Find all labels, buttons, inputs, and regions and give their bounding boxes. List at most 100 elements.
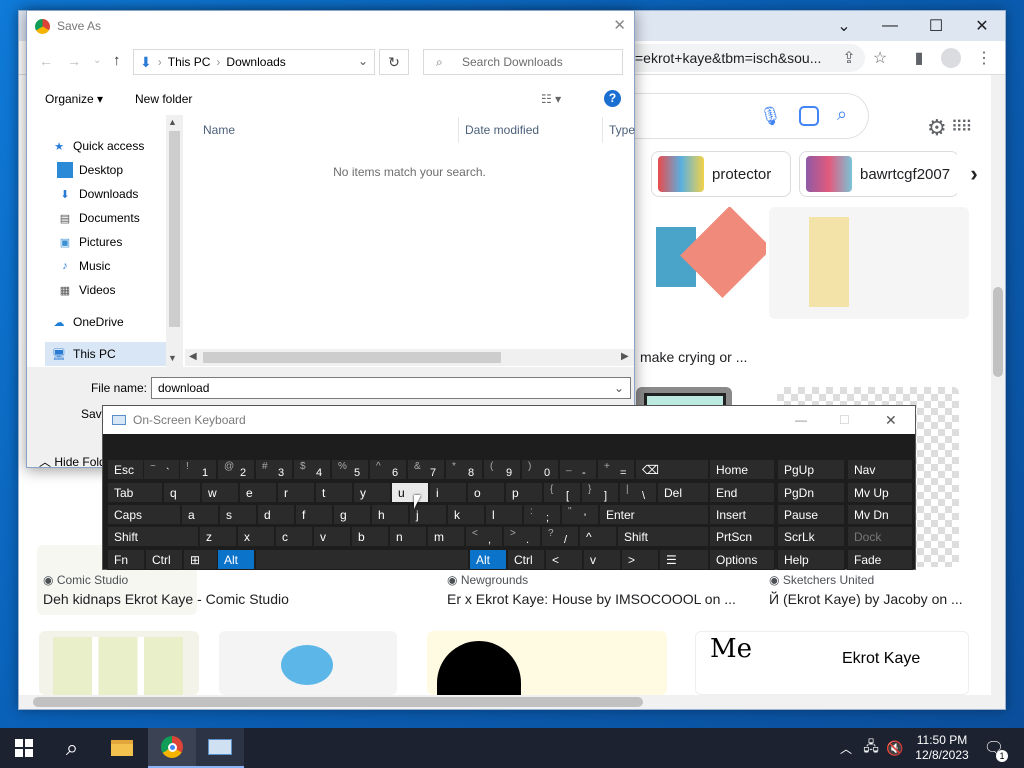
osk-key[interactable]: >. — [503, 526, 541, 547]
osk-key[interactable]: i — [429, 482, 467, 503]
osk-key[interactable]: Esc — [107, 459, 145, 480]
osk-nav-key[interactable]: Mv Up — [847, 482, 913, 503]
page-vertical-scrollbar[interactable] — [991, 75, 1005, 695]
notifications-icon[interactable]: 🗨 — [982, 728, 1006, 768]
breadcrumb-downloads[interactable]: Downloads — [226, 55, 285, 69]
close-button[interactable]: ✕ — [959, 11, 1005, 41]
osk-key[interactable]: ~ ` — [143, 459, 181, 480]
osk-nav-key[interactable]: ScrLk — [777, 526, 845, 547]
image-result[interactable] — [39, 631, 199, 695]
osk-key[interactable]: Alt — [469, 549, 507, 570]
network-icon[interactable]: 🖧 — [860, 728, 882, 768]
osk-key[interactable]: (9 — [483, 459, 521, 480]
apps-grid-icon[interactable]: ⠿⠿ — [951, 117, 972, 137]
scroll-down-icon[interactable]: ▼ — [168, 353, 177, 363]
osk-key[interactable]: > — [621, 549, 659, 570]
osk-key[interactable]: b — [351, 526, 389, 547]
dialog-close-icon[interactable]: ✕ — [613, 11, 626, 41]
file-list-scroll-thumb[interactable] — [203, 352, 501, 363]
osk-key[interactable]: ! 1 — [179, 459, 217, 480]
google-search-bar[interactable]: 🎙 ⌕ — [619, 93, 869, 139]
maximize-button[interactable]: ☐ — [913, 11, 959, 41]
image-result[interactable]: Me Ekrot Kaye — [695, 631, 969, 695]
chips-next-arrow-icon[interactable]: › — [957, 151, 991, 197]
minimize-button[interactable]: — — [867, 11, 913, 41]
share-icon[interactable]: ⇪ — [837, 46, 861, 70]
osk-key[interactable]: Shift — [107, 526, 199, 547]
nav-music[interactable]: ♪ Music — [57, 254, 179, 278]
osk-key[interactable]: ⊞ — [183, 549, 219, 570]
osk-key[interactable]: Ctrl — [145, 549, 183, 570]
osk-key[interactable]: u — [391, 482, 429, 503]
nav-this-pc[interactable]: 🖥 This PC — [45, 342, 167, 366]
osk-key[interactable]: & 7 — [407, 459, 445, 480]
up-arrow-icon[interactable]: ↑ — [113, 52, 121, 69]
osk-key[interactable]: o — [467, 482, 505, 503]
path-breadcrumb[interactable]: ⬇ › This PC › Downloads ⌄ — [133, 49, 375, 75]
osk-key[interactable]: * 8 — [445, 459, 483, 480]
osk-nav-key[interactable]: Fade — [847, 549, 913, 570]
nav-videos[interactable]: ▦ Videos — [57, 278, 179, 302]
new-folder-button[interactable]: New folder — [135, 85, 192, 113]
osk-key[interactable]: t — [315, 482, 353, 503]
osk-key[interactable]: $4 — [293, 459, 331, 480]
column-date-modified[interactable]: Date modified — [459, 117, 603, 143]
osk-key[interactable]: h — [371, 504, 409, 525]
osk-key[interactable]: Enter — [599, 504, 709, 525]
side-panel-icon[interactable]: ▮ — [907, 46, 931, 70]
osk-key[interactable]: Del — [657, 482, 709, 503]
osk-key[interactable]: q — [163, 482, 201, 503]
microphone-icon[interactable]: 🎙 — [759, 106, 782, 127]
column-name[interactable]: Name — [185, 117, 459, 143]
osk-nav-key[interactable]: Home — [709, 459, 775, 480]
osk-key[interactable]: y — [353, 482, 391, 503]
osk-key[interactable]: ) 0 — [521, 459, 559, 480]
osk-nav-key[interactable]: Options — [709, 549, 775, 570]
scroll-up-icon[interactable]: ▲ — [168, 117, 177, 127]
image-result[interactable] — [769, 207, 969, 319]
nav-pictures[interactable]: ▣Pictures📌 — [57, 230, 179, 254]
scroll-left-icon[interactable]: ◀ — [189, 351, 197, 362]
file-name-input[interactable]: download ⌄ — [151, 377, 631, 399]
result-caption[interactable]: make crying or ... — [640, 349, 840, 365]
osk-key[interactable]: v — [313, 526, 351, 547]
osk-key[interactable]: f — [295, 504, 333, 525]
nav-onedrive[interactable]: ☁ OneDrive — [51, 310, 179, 334]
lens-icon[interactable] — [799, 106, 819, 126]
osk-nav-key[interactable]: End — [709, 482, 775, 503]
osk-key[interactable]: Shift — [617, 526, 709, 547]
osk-key[interactable]: l — [485, 504, 523, 525]
view-options-icon[interactable]: ☷ ▾ — [541, 85, 561, 113]
osk-key[interactable]: r — [277, 482, 315, 503]
result-title[interactable]: Er x Ekrot Kaye: House by IMSOCOOOL on .… — [447, 591, 737, 607]
file-explorer-taskbar-button[interactable] — [98, 728, 146, 768]
osk-key[interactable]: d — [257, 504, 295, 525]
address-bar[interactable]: =ekrot+kaye&tbm=isch&sou... — [621, 44, 865, 72]
osk-key[interactable]: p — [505, 482, 543, 503]
result-title[interactable]: Deh kidnaps Ekrot Kaye - Comic Studio — [43, 591, 403, 607]
show-hidden-icons[interactable]: ︿ — [836, 728, 856, 768]
osk-key[interactable]: Fn — [107, 549, 145, 570]
osk-nav-key[interactable]: Nav — [847, 459, 913, 480]
osk-nav-key[interactable]: Help — [777, 549, 845, 570]
page-horizontal-scroll-thumb[interactable] — [33, 697, 643, 707]
osk-key[interactable]: #3 — [255, 459, 293, 480]
osk-key[interactable]: | \ — [619, 482, 657, 503]
image-result[interactable] — [636, 207, 766, 319]
chip-bawrtcgf2007[interactable]: bawrtcgf2007 — [799, 151, 959, 197]
osk-nav-key[interactable]: PgUp — [777, 459, 845, 480]
osk-nav-key[interactable]: Insert — [709, 504, 775, 525]
osk-nav-key[interactable]: Mv Dn — [847, 504, 913, 525]
nav-quick-access[interactable]: ★ Quick access — [51, 134, 179, 158]
osk-nav-key[interactable]: Pause — [777, 504, 845, 525]
osk-nav-key[interactable]: Dock — [847, 526, 913, 547]
osk-key[interactable]: < — [545, 549, 583, 570]
breadcrumb-this-pc[interactable]: This PC — [168, 55, 211, 69]
clock[interactable]: 11:50 PM 12/8/2023 — [910, 728, 974, 768]
osk-taskbar-button[interactable] — [196, 728, 244, 768]
osk-key[interactable]: ^ — [579, 526, 617, 547]
search-icon[interactable]: ⌕ — [48, 728, 96, 768]
refresh-icon[interactable]: ↻ — [379, 49, 409, 75]
osk-key[interactable] — [255, 549, 469, 570]
hide-folders-button[interactable]: ︿ Hide Fold — [39, 453, 106, 470]
